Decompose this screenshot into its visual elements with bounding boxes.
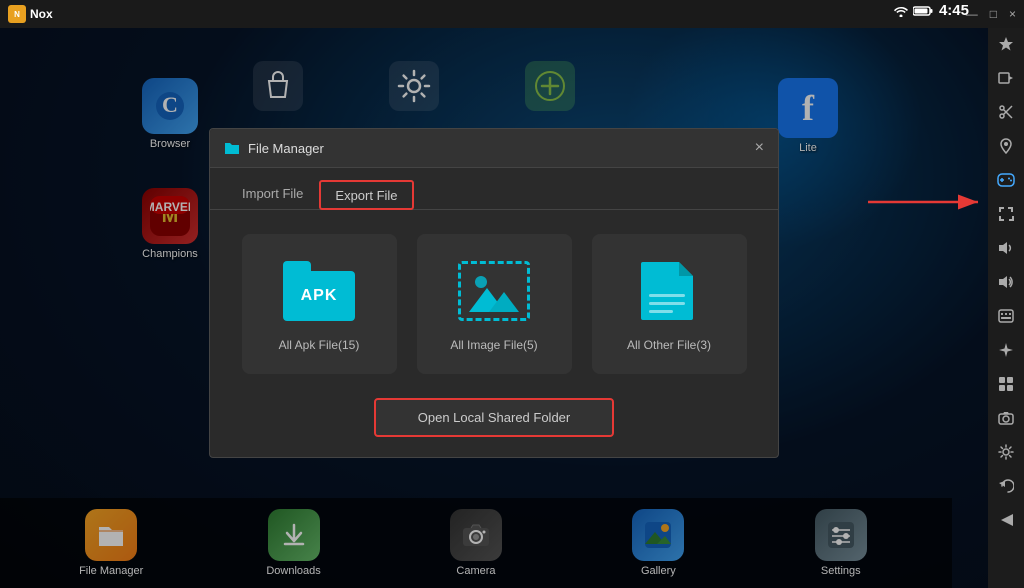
other-file-svg [639, 260, 699, 322]
sidebar-controller-btn[interactable] [990, 164, 1022, 196]
modal-overlay: File Manager × Import File Export File [0, 28, 988, 588]
grid-icon [998, 376, 1014, 392]
close-btn[interactable]: × [1009, 7, 1016, 21]
modal-tabs: Import File Export File [210, 168, 778, 210]
sidebar-sparkle-btn[interactable] [990, 334, 1022, 366]
record-icon [998, 70, 1014, 86]
volume-down-icon [998, 240, 1014, 256]
star-icon [998, 36, 1014, 52]
open-local-folder-btn[interactable]: Open Local Shared Folder [374, 398, 614, 437]
other-label: All Other File(3) [627, 338, 711, 352]
volume-up-icon [998, 274, 1014, 290]
image-svg [469, 270, 519, 312]
status-icons [893, 5, 933, 17]
nox-icon: N [8, 5, 26, 23]
window-controls: — □ × [966, 7, 1016, 21]
sidebar-record-btn[interactable] [990, 62, 1022, 94]
undo-icon [998, 478, 1014, 494]
modal-header: File Manager × [210, 129, 778, 168]
sidebar-back-btn[interactable] [990, 504, 1022, 536]
sidebar-keyboard-btn[interactable] [990, 300, 1022, 332]
settings-small-icon [998, 444, 1014, 460]
camera-small-icon [998, 411, 1014, 425]
apk-text: APK [283, 271, 355, 321]
modal-title: File Manager [248, 141, 324, 156]
sparkle-icon [998, 342, 1014, 358]
red-arrow-svg [868, 190, 988, 214]
image-label: All Image File(5) [450, 338, 537, 352]
location-icon [998, 138, 1014, 154]
sidebar-star-btn[interactable] [990, 28, 1022, 60]
app-logo: N Nox [8, 5, 53, 23]
sidebar-expand-btn[interactable] [990, 198, 1022, 230]
apk-label: All Apk File(15) [279, 338, 360, 352]
folder-icon [224, 140, 240, 156]
expand-icon [998, 206, 1014, 222]
image-border [458, 261, 530, 321]
back-icon [999, 512, 1013, 528]
tab-export[interactable]: Export File [319, 180, 413, 210]
keyboard-icon [998, 309, 1014, 323]
tab-import[interactable]: Import File [226, 180, 319, 209]
scissors-icon [998, 104, 1014, 120]
modal-close-btn[interactable]: × [755, 139, 764, 157]
sidebar-cam-btn[interactable] [990, 402, 1022, 434]
other-file-card[interactable]: All Other File(3) [592, 234, 747, 374]
sidebar-undo-btn[interactable] [990, 470, 1022, 502]
titlebar: N Nox — □ × [0, 0, 1024, 28]
modal-title-row: File Manager [224, 140, 324, 156]
other-file-shape [639, 260, 699, 322]
battery-icon [913, 5, 933, 17]
image-file-card[interactable]: All Image File(5) [417, 234, 572, 374]
file-type-grid: APK All Apk File(15) [230, 234, 758, 374]
wifi-icon [893, 5, 909, 17]
sidebar-scissors-btn[interactable] [990, 96, 1022, 128]
modal-body: APK All Apk File(15) [210, 210, 778, 457]
red-arrow [868, 190, 988, 214]
sidebar-grid-btn[interactable] [990, 368, 1022, 400]
main-area: C Browser M MARVEL Champions f Lite [0, 28, 988, 588]
sidebar-vol-up-btn[interactable] [990, 266, 1022, 298]
apk-file-card[interactable]: APK All Apk File(15) [242, 234, 397, 374]
time-text: 4:45 [939, 2, 969, 19]
sidebar-location-btn[interactable] [990, 130, 1022, 162]
screen-time: 4:45 [893, 2, 969, 19]
maximize-btn[interactable]: □ [990, 7, 997, 21]
sidebar-settings-btn[interactable] [990, 436, 1022, 468]
file-manager-modal: File Manager × Import File Export File [209, 128, 779, 458]
sidebar-vol-down-btn[interactable] [990, 232, 1022, 264]
other-icon [629, 256, 709, 326]
app-title: Nox [30, 7, 53, 21]
controller-icon [997, 173, 1015, 187]
image-icon [454, 256, 534, 326]
right-sidebar [988, 0, 1024, 588]
apk-icon: APK [279, 256, 359, 326]
